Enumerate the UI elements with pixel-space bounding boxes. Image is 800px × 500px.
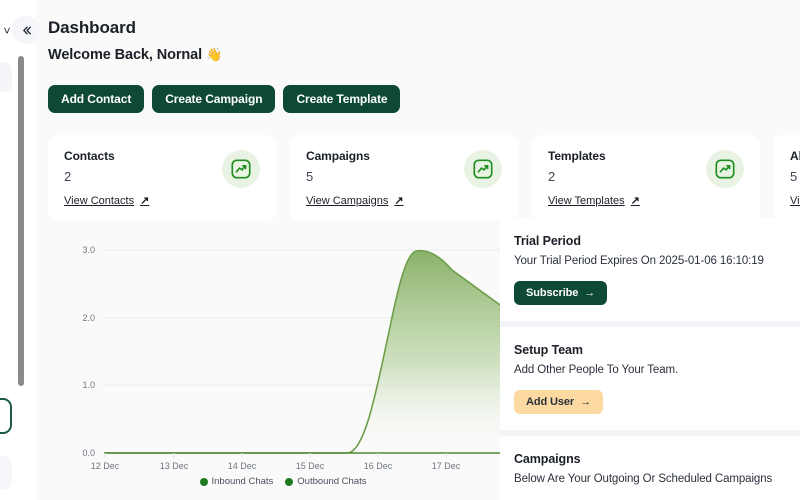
x-tick-5: 17 Dec bbox=[432, 461, 461, 471]
arrow-up-right-icon: ↗ bbox=[394, 195, 404, 207]
legend-label: Inbound Chats bbox=[211, 476, 274, 487]
stat-card-all-chats[interactable]: All Chats 5 View Chats bbox=[774, 135, 800, 220]
stat-link-label: View Contacts bbox=[64, 194, 135, 207]
trending-up-icon bbox=[222, 150, 260, 188]
svg-text:0.0: 0.0 bbox=[82, 448, 95, 458]
dashboard-page: ˅ Dashboard Welcome Back, Nornal 👋 Add C… bbox=[0, 0, 800, 500]
x-tick-1: 13 Dec bbox=[160, 461, 189, 471]
svg-text:2.0: 2.0 bbox=[82, 313, 95, 323]
trending-up-icon bbox=[706, 150, 744, 188]
sidebar-scrollbar[interactable] bbox=[18, 56, 24, 386]
arrow-up-right-icon: ↗ bbox=[630, 195, 640, 207]
wave-emoji: 👋 bbox=[206, 47, 223, 62]
view-campaigns-link[interactable]: View Campaigns ↗ bbox=[306, 194, 404, 208]
right-sidebar-panels: Trial Period Your Trial Period Expires O… bbox=[500, 218, 800, 500]
legend-dot-icon bbox=[199, 477, 208, 486]
view-chats-link[interactable]: View Chats bbox=[790, 195, 800, 207]
trending-up-icon bbox=[464, 150, 502, 188]
trial-period-panel: Trial Period Your Trial Period Expires O… bbox=[500, 218, 800, 321]
stat-card-campaigns[interactable]: Campaigns 5 View Campaigns ↗ bbox=[290, 135, 518, 220]
sidebar-item-partial-bottom[interactable] bbox=[0, 456, 12, 490]
x-tick-3: 15 Dec bbox=[296, 461, 325, 471]
campaigns-text: Below Are Your Outgoing Or Scheduled Cam… bbox=[514, 473, 773, 485]
subscribe-label: Subscribe bbox=[526, 287, 579, 299]
arrow-up-right-icon: ↗ bbox=[140, 195, 150, 207]
create-campaign-button[interactable]: Create Campaign bbox=[152, 85, 276, 113]
sidebar-item-partial-top[interactable] bbox=[0, 62, 12, 92]
sidebar-item-partial-outlined[interactable] bbox=[0, 398, 12, 434]
chart-canvas: 3.0 2.0 1.0 0.0 12 Dec 13 Dec 14 Dec 15 … bbox=[82, 245, 518, 471]
add-contact-button[interactable]: Add Contact bbox=[48, 85, 145, 113]
legend-item-outbound[interactable]: Outbound Chats bbox=[285, 476, 366, 487]
collapsed-sidebar-rail: ˅ bbox=[0, 0, 36, 500]
welcome-text: Welcome Back, Nornal bbox=[48, 47, 203, 63]
arrow-right-icon: → bbox=[580, 396, 592, 408]
quick-actions-toolbar: Add Contact Create Campaign Create Templ… bbox=[48, 85, 401, 113]
x-tick-4: 16 Dec bbox=[364, 461, 393, 471]
stat-link-label: View Campaigns bbox=[306, 194, 389, 207]
arrow-right-icon: → bbox=[584, 287, 596, 299]
campaigns-panel: Campaigns Below Are Your Outgoing Or Sch… bbox=[500, 436, 800, 500]
x-tick-2: 14 Dec bbox=[228, 461, 257, 471]
stat-link-label: View Chats bbox=[790, 195, 800, 207]
add-user-label: Add User bbox=[526, 396, 575, 408]
add-user-button[interactable]: Add User → bbox=[514, 390, 604, 414]
sidebar-collapse-button[interactable] bbox=[12, 16, 40, 44]
stat-cards-row: Contacts 2 View Contacts ↗ Campaigns 5 V… bbox=[48, 135, 800, 220]
view-contacts-link[interactable]: View Contacts ↗ bbox=[64, 194, 150, 208]
page-title: Dashboard bbox=[48, 18, 136, 37]
trial-period-title: Trial Period bbox=[514, 234, 581, 248]
welcome-message: Welcome Back, Nornal 👋 bbox=[48, 47, 222, 63]
legend-item-inbound[interactable]: Inbound Chats bbox=[199, 476, 274, 487]
campaigns-title: Campaigns bbox=[514, 452, 581, 466]
subscribe-button[interactable]: Subscribe → bbox=[514, 281, 608, 305]
x-tick-0: 12 Dec bbox=[91, 461, 120, 471]
main-content: Dashboard Welcome Back, Nornal 👋 Add Con… bbox=[36, 0, 800, 500]
stat-value: 5 bbox=[790, 169, 798, 184]
stat-label: All Chats bbox=[790, 149, 800, 163]
setup-team-title: Setup Team bbox=[514, 343, 583, 357]
create-template-button[interactable]: Create Template bbox=[283, 85, 401, 113]
stat-link-label: View Templates bbox=[548, 194, 625, 207]
svg-text:1.0: 1.0 bbox=[82, 380, 95, 390]
chart-area-fill bbox=[105, 250, 518, 453]
chats-area-chart: 3.0 2.0 1.0 0.0 12 Dec 13 Dec 14 Dec 15 … bbox=[48, 232, 518, 500]
setup-team-text: Add Other People To Your Team. bbox=[514, 364, 679, 376]
chevron-double-left-icon bbox=[22, 26, 31, 34]
legend-dot-icon bbox=[285, 477, 294, 486]
setup-team-panel: Setup Team Add Other People To Your Team… bbox=[500, 327, 800, 430]
svg-text:3.0: 3.0 bbox=[82, 245, 95, 255]
trial-period-text: Your Trial Period Expires On 2025-01-06 … bbox=[514, 255, 764, 267]
stat-card-contacts[interactable]: Contacts 2 View Contacts ↗ bbox=[48, 135, 276, 220]
legend-label: Outbound Chats bbox=[297, 476, 367, 487]
stat-card-templates[interactable]: Templates 2 View Templates ↗ bbox=[532, 135, 760, 220]
view-templates-link[interactable]: View Templates ↗ bbox=[548, 194, 640, 208]
chart-legend: Inbound Chats Outbound Chats bbox=[48, 476, 518, 487]
